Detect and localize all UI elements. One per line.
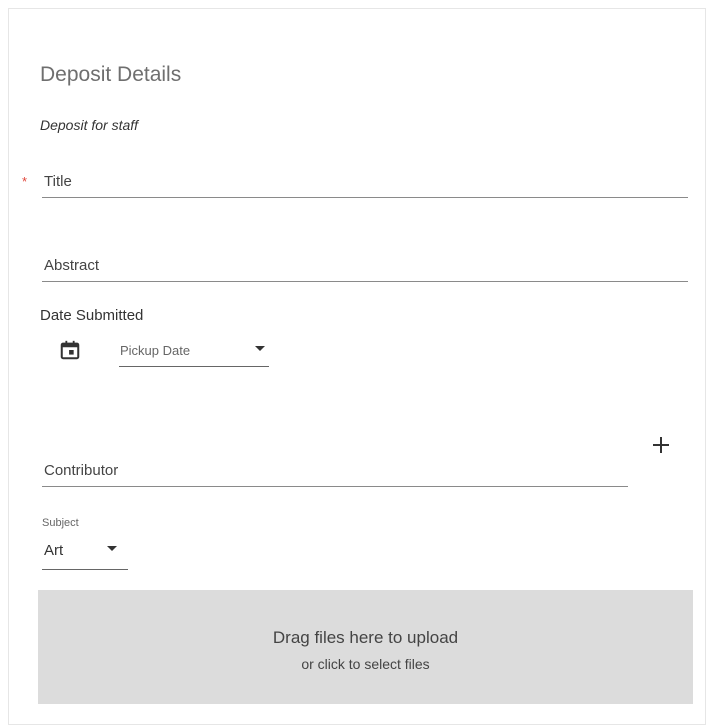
form-subtitle: Deposit for staff <box>40 117 139 133</box>
title-field[interactable]: Title <box>42 160 688 198</box>
file-dropzone[interactable]: Drag files here to upload or click to se… <box>38 590 693 704</box>
subject-select[interactable]: Art <box>42 534 128 570</box>
dropzone-primary-text: Drag files here to upload <box>272 628 459 647</box>
contributor-field[interactable]: Contributor <box>42 446 628 487</box>
subject-value: Art <box>44 542 64 559</box>
chevron-down-icon <box>107 546 117 551</box>
pickup-date-value: Pickup Date <box>120 343 191 358</box>
calendar-icon[interactable] <box>59 339 81 361</box>
required-marker: * <box>22 174 28 189</box>
dropzone-secondary-text: or click to select files <box>301 656 430 672</box>
pickup-date-select[interactable]: Pickup Date <box>119 333 269 367</box>
title-label: Title <box>44 173 72 190</box>
contributor-label: Contributor <box>44 462 119 479</box>
page-title: Deposit Details <box>40 63 182 86</box>
abstract-label: Abstract <box>44 257 100 274</box>
abstract-field[interactable]: Abstract <box>42 245 688 282</box>
subject-label: Subject <box>42 517 79 529</box>
chevron-down-icon <box>255 346 265 351</box>
plus-icon[interactable] <box>649 433 673 457</box>
date-submitted-label: Date Submitted <box>40 307 144 324</box>
